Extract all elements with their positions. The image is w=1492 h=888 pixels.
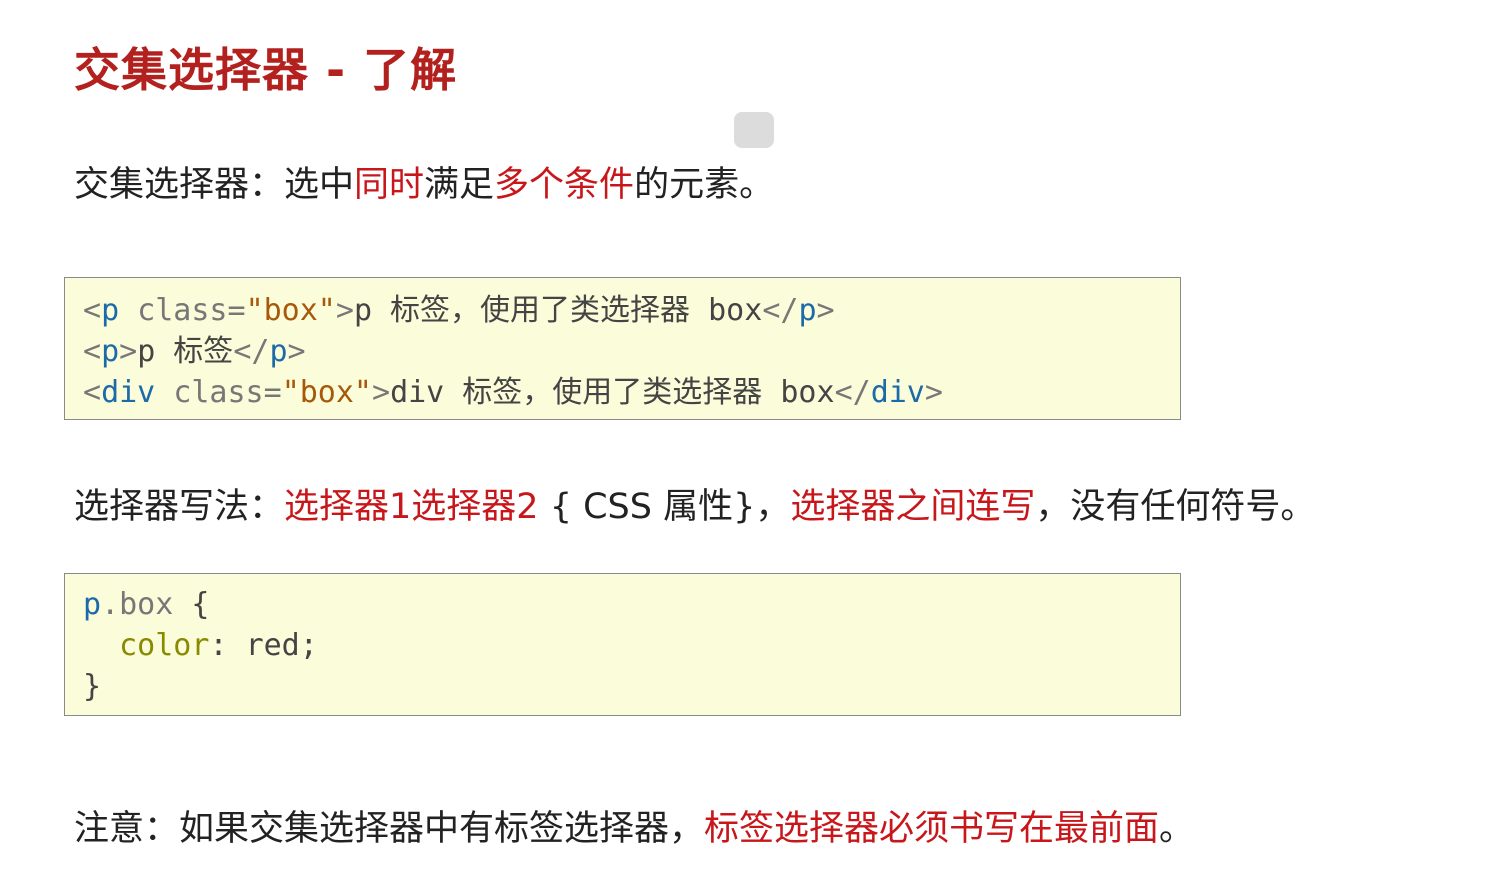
attr-name: class bbox=[173, 375, 264, 410]
close-tag: div bbox=[870, 375, 925, 410]
css-line-2: color: red; bbox=[119, 628, 318, 663]
attr-name: class bbox=[137, 293, 228, 328]
note-suffix: 。 bbox=[1159, 809, 1195, 849]
close-brace: } bbox=[83, 669, 102, 704]
tag-text: p 标签，使用了类选择器 box bbox=[353, 293, 763, 328]
syntax-suffix: ，没有任何符号。 bbox=[1035, 487, 1316, 527]
definition-suffix: 的元素。 bbox=[634, 165, 775, 205]
open-tag: p bbox=[101, 334, 120, 369]
note-highlight: 标签选择器必须书写在最前面 bbox=[704, 809, 1160, 849]
attr-value: "box" bbox=[245, 293, 336, 328]
note-prefix: 注意：如果交集选择器中有标签选择器， bbox=[74, 809, 705, 849]
syntax-prefix: 选择器写法： bbox=[74, 487, 285, 527]
tag-text: p 标签 bbox=[137, 334, 234, 369]
tag-text: div 标签，使用了类选择器 box bbox=[390, 375, 835, 410]
close-tag: p bbox=[269, 334, 288, 369]
attr-value: "box" bbox=[281, 375, 372, 410]
open-tag: p bbox=[101, 293, 120, 328]
syntax-text: 选择器写法：选择器1选择器2 { CSS 属性}，选择器之间连写，没有任何符号。 bbox=[74, 478, 1315, 529]
open-brace: { bbox=[173, 587, 210, 622]
definition-highlight-2: 多个条件 bbox=[494, 165, 635, 205]
open-tag: div bbox=[101, 375, 156, 410]
code-line-2: <p>p 标签</p> bbox=[83, 334, 306, 369]
definition-text: 交集选择器：选中同时满足多个条件的元素。 bbox=[74, 156, 774, 207]
css-property: color bbox=[119, 628, 210, 663]
syntax-highlight-1: 选择器1选择器2 bbox=[284, 487, 539, 527]
css-value: red; bbox=[245, 628, 318, 663]
code-line-3: <div class="box">div 标签，使用了类选择器 box</div… bbox=[83, 375, 943, 410]
definition-mid: 满足 bbox=[424, 165, 495, 205]
css-line-1: p.box { bbox=[83, 584, 1162, 625]
html-code-block: <p class="box">p 标签，使用了类选择器 box</p> <p>p … bbox=[64, 277, 1181, 420]
selector-tag: p bbox=[83, 587, 102, 622]
definition-prefix: 交集选择器：选中 bbox=[74, 165, 355, 205]
syntax-highlight-2: 选择器之间连写 bbox=[790, 487, 1036, 527]
close-tag: p bbox=[798, 293, 817, 328]
definition-highlight-1: 同时 bbox=[354, 165, 425, 205]
code-line-1: <p class="box">p 标签，使用了类选择器 box</p> bbox=[83, 293, 835, 328]
cursor-indicator bbox=[734, 112, 774, 148]
syntax-mid: { CSS 属性}， bbox=[538, 487, 791, 527]
selector-class: .box bbox=[101, 587, 174, 622]
slide-title: 交集选择器 - 了解 bbox=[74, 43, 458, 97]
note-text: 注意：如果交集选择器中有标签选择器，标签选择器必须书写在最前面。 bbox=[74, 800, 1194, 851]
css-line-3: } bbox=[83, 666, 1162, 707]
css-code-block: p.box { color: red;} bbox=[64, 573, 1181, 716]
